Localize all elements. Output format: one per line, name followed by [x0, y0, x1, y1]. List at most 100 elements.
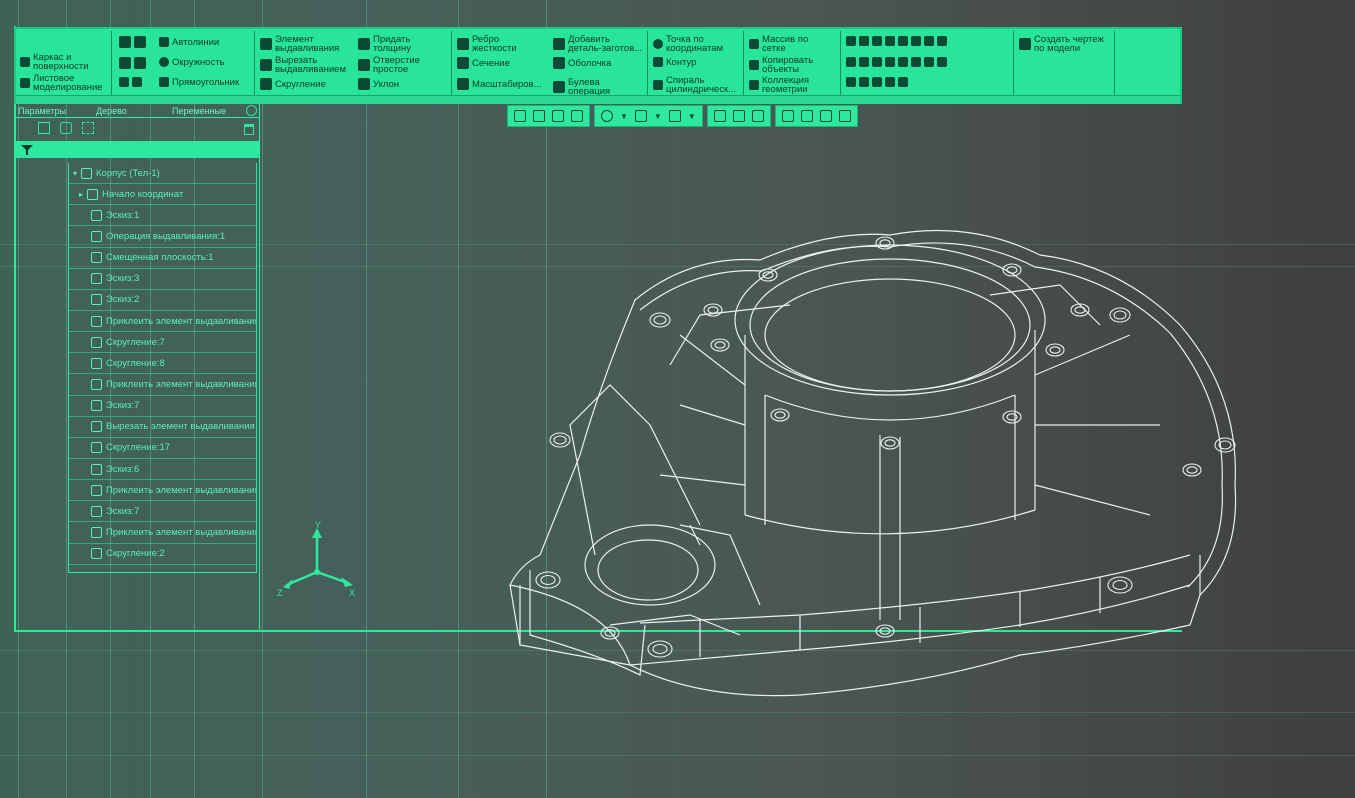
angle2-icon[interactable] — [898, 57, 908, 67]
cut-extrude-button[interactable]: Вырезать выдавливанием — [260, 56, 346, 74]
tree-item[interactable]: Эскиз:7 — [69, 501, 256, 523]
thicken-button[interactable]: Придать толщину — [358, 35, 411, 53]
draft-button[interactable]: Уклон — [358, 78, 399, 90]
style-icon[interactable] — [872, 77, 882, 87]
tree-item[interactable]: Смещенная плоскость:1 — [69, 248, 256, 269]
display-mode-icon[interactable] — [713, 110, 726, 122]
pencil-icon[interactable] — [898, 36, 908, 46]
zoom-icon[interactable] — [601, 110, 613, 122]
tree-item[interactable]: Эскиз:2 — [69, 290, 256, 311]
zoom-dropdown-icon[interactable]: ▼ — [620, 112, 628, 121]
layout-icon[interactable] — [571, 110, 583, 122]
frame-icon[interactable] — [872, 36, 882, 46]
tree-item[interactable]: Скругление:17 — [69, 438, 256, 459]
formula-icon[interactable] — [937, 36, 947, 46]
rib-button[interactable]: Ребро жесткости — [457, 35, 517, 53]
sheet-metal-button[interactable]: Листовое моделирование — [20, 74, 103, 92]
tree-item[interactable]: Скругление:8 — [69, 353, 256, 375]
fillet-button[interactable]: Скругление — [260, 78, 326, 90]
hole-button[interactable]: Отверстие простое — [358, 56, 420, 74]
view-icon[interactable] — [60, 122, 72, 134]
point-coords-button[interactable]: Точка по координатам — [653, 35, 723, 53]
line-icon[interactable] — [859, 36, 869, 46]
filter-bar[interactable] — [14, 141, 260, 158]
file-icon[interactable] — [134, 57, 146, 69]
sketch-icon — [91, 505, 102, 517]
rectangle-button[interactable]: Прямоугольник — [159, 77, 239, 87]
rotate-icon[interactable] — [668, 110, 681, 122]
shell-button[interactable]: Оболочка — [553, 57, 611, 69]
save-all-icon[interactable] — [134, 36, 146, 48]
rotate-dropdown-icon[interactable]: ▼ — [688, 112, 696, 121]
section-view-icon[interactable] — [781, 110, 794, 122]
circle-button[interactable]: Окружность — [159, 57, 225, 67]
tree-item[interactable]: Эскиз:3 — [69, 269, 256, 290]
angle-icon[interactable] — [911, 36, 921, 46]
autoline-button[interactable]: Автолинии — [159, 37, 219, 47]
undo-icon[interactable] — [119, 77, 129, 87]
tree-item[interactable]: Эскиз:7 — [69, 396, 256, 417]
tree-item[interactable]: Скругление:2 — [69, 544, 256, 565]
variable-icon[interactable] — [937, 57, 947, 67]
tree-item[interactable]: Скругление:7 — [69, 332, 256, 354]
property-icon[interactable] — [885, 77, 895, 87]
settings-gear-icon[interactable] — [246, 105, 257, 116]
delete-trash-icon[interactable] — [244, 124, 254, 135]
section-button[interactable]: Сечение — [457, 57, 510, 69]
tree-item[interactable]: ▾ Корпус (Тел-1) — [69, 163, 256, 185]
wireframe-icon[interactable] — [732, 110, 745, 122]
axis-icon[interactable] — [859, 57, 869, 67]
print-icon[interactable] — [119, 57, 131, 69]
wireframe-surfaces-button[interactable]: Каркас и поверхности — [20, 53, 89, 71]
tree-item[interactable]: Приклеить элемент выдавливания — [69, 522, 256, 544]
helix-button[interactable]: Спираль цилиндрическ... — [653, 76, 736, 94]
extrude-button[interactable]: Элемент выдавливания — [260, 35, 339, 53]
expand-arrow-icon[interactable]: ▸ — [79, 190, 83, 199]
render-icon[interactable] — [819, 110, 832, 122]
tree-item[interactable]: Эскиз:1 — [69, 205, 256, 227]
collapse-arrow-icon[interactable]: ▾ — [73, 169, 77, 178]
spline-icon[interactable] — [846, 57, 856, 67]
layers-icon[interactable] — [800, 110, 813, 122]
scale-button[interactable]: Масштабиров... — [457, 78, 541, 90]
pan-icon[interactable] — [634, 110, 647, 122]
constraint-icon[interactable] — [924, 57, 934, 67]
tree-item[interactable]: ▸ Начало координат — [69, 184, 256, 206]
tree-item[interactable]: Приклеить элемент выдавливания — [69, 311, 256, 333]
grid-array-button[interactable]: Массив по сетке — [749, 35, 808, 53]
dimension-icon[interactable] — [911, 57, 921, 67]
assembly-icon[interactable] — [859, 77, 869, 87]
redo-icon[interactable] — [132, 77, 142, 87]
hidden-lines-icon[interactable] — [751, 110, 764, 122]
add-blank-button[interactable]: Добавить деталь-заготов... — [553, 35, 642, 53]
solid-icon[interactable] — [872, 57, 882, 67]
tab-variables[interactable]: Переменные — [172, 106, 226, 116]
tree-item[interactable]: Операция выдавливания:1 — [69, 226, 256, 248]
tree-item[interactable]: Вырезать элемент выдавливания — [69, 417, 256, 438]
tab-parameters[interactable]: Параметры — [18, 106, 66, 116]
boolean-button[interactable]: Булева операция — [553, 78, 610, 96]
pan-dropdown-icon[interactable]: ▼ — [654, 112, 662, 121]
create-drawing-button[interactable]: Создать чертеж по модели — [1019, 35, 1104, 53]
annotation-icon[interactable] — [552, 110, 564, 122]
orient-icon[interactable] — [514, 110, 526, 122]
body2-icon[interactable] — [885, 57, 895, 67]
body-icon[interactable] — [885, 36, 895, 46]
tree-item[interactable]: Приклеить элемент выдавливания — [69, 480, 256, 502]
measure-icon[interactable] — [924, 36, 934, 46]
save-icon[interactable] — [119, 36, 131, 48]
contour-button[interactable]: Контур — [653, 57, 696, 67]
report-icon[interactable] — [898, 77, 908, 87]
group-icon[interactable] — [82, 122, 94, 134]
tree-item[interactable]: Приклеить элемент выдавливания — [69, 374, 256, 396]
filter-icon[interactable] — [20, 144, 34, 156]
tree-item[interactable]: Эскиз:6 — [69, 459, 256, 481]
structure-icon[interactable] — [38, 122, 50, 134]
component-icon[interactable] — [846, 77, 856, 87]
tab-tree[interactable]: Дерево — [96, 106, 127, 116]
pen-icon[interactable] — [838, 110, 851, 122]
curve-icon[interactable] — [846, 36, 856, 46]
sketch-view-icon[interactable] — [533, 110, 545, 122]
geometry-collection-button[interactable]: Коллекция геометрии — [749, 76, 809, 94]
copy-objects-button[interactable]: Копировать объекты — [749, 56, 813, 74]
